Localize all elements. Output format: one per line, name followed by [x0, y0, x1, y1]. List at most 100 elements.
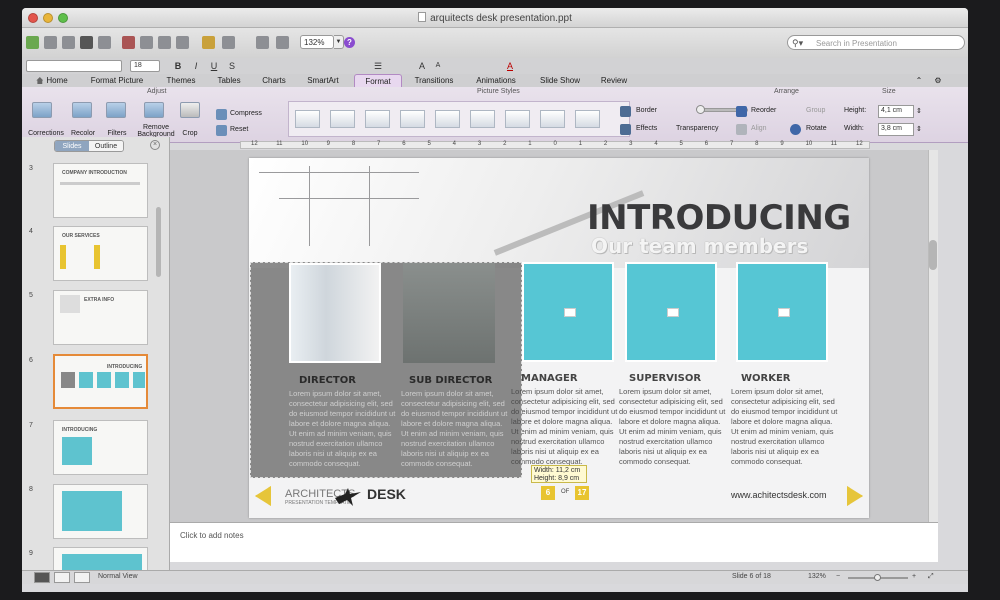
manager-description[interactable]: Lorem ipsum dolor sit amet, consectetur …: [511, 387, 621, 467]
slide-thumbnail[interactable]: INTRODUCING: [53, 420, 148, 475]
reorder-icon[interactable]: [736, 106, 747, 117]
crop-icon[interactable]: [180, 102, 200, 118]
corrections-icon[interactable]: [32, 102, 52, 118]
tab-slides[interactable]: Slides: [55, 141, 89, 151]
notes-pane[interactable]: Click to add notes: [170, 522, 938, 562]
tab-format-picture[interactable]: Format Picture: [80, 74, 154, 87]
border-button[interactable]: Border: [636, 107, 657, 114]
transparency-slider-knob[interactable]: [696, 105, 705, 114]
picture-style-3[interactable]: [365, 110, 390, 128]
compress-button[interactable]: Compress: [230, 110, 262, 117]
director-role[interactable]: DIRECTOR: [299, 375, 356, 386]
save-icon[interactable]: [80, 36, 93, 49]
slide-thumbnail[interactable]: COMPANY INTRODUCTION: [53, 163, 148, 218]
align-button[interactable]: Align: [751, 125, 767, 132]
close-icon[interactable]: ×: [150, 140, 160, 150]
italic-button[interactable]: I: [190, 60, 202, 72]
slide-thumbnail-selected[interactable]: INTRODUCING: [53, 354, 148, 409]
group-button[interactable]: Group: [806, 107, 825, 114]
tab-tables[interactable]: Tables: [208, 74, 250, 87]
manager-photo-placeholder[interactable]: [522, 262, 614, 362]
tab-format[interactable]: Format: [354, 74, 402, 87]
supervisor-role[interactable]: SUPERVISOR: [629, 373, 739, 384]
rotate-button[interactable]: Rotate: [806, 125, 827, 132]
prev-arrow-icon[interactable]: [255, 486, 271, 506]
filters-button[interactable]: Filters: [102, 130, 132, 137]
sub-director-role[interactable]: SUB DIRECTOR: [409, 375, 492, 386]
border-icon[interactable]: [620, 106, 631, 117]
insert-icon[interactable]: [256, 36, 269, 49]
font-name-field[interactable]: [26, 60, 122, 72]
search-field[interactable]: ⚲▾ Search in Presentation: [787, 35, 965, 50]
canvas-scrollbar-thumb[interactable]: [929, 240, 937, 270]
paste-icon[interactable]: [158, 36, 171, 49]
reorder-button[interactable]: Reorder: [751, 107, 776, 114]
tab-smartart[interactable]: SmartArt: [298, 74, 348, 87]
bullets-icon[interactable]: ☰: [372, 60, 384, 72]
width-stepper[interactable]: ⇕: [916, 125, 922, 133]
picture-style-9[interactable]: [575, 110, 600, 128]
slide-thumbnail[interactable]: EXTRA INFO: [53, 290, 148, 345]
manager-role[interactable]: MANAGER: [521, 373, 631, 384]
corrections-button[interactable]: Corrections: [26, 130, 66, 137]
picture-style-6[interactable]: [470, 110, 495, 128]
gear-icon[interactable]: ⚙: [928, 74, 948, 87]
height-input[interactable]: 4,1 cm: [878, 105, 914, 118]
redo-icon[interactable]: [222, 36, 235, 49]
next-arrow-icon[interactable]: [847, 486, 863, 506]
fit-window-icon[interactable]: ⤢: [928, 573, 934, 581]
effects-icon[interactable]: [620, 124, 631, 135]
tab-slide-show[interactable]: Slide Show: [530, 74, 590, 87]
supervisor-photo-placeholder[interactable]: [625, 262, 717, 362]
worker-role[interactable]: WORKER: [741, 373, 851, 384]
picture-style-2[interactable]: [330, 110, 355, 128]
remove-background-icon[interactable]: [144, 102, 164, 118]
selected-picture[interactable]: DIRECTOR Lorem ipsum dolor sit amet, con…: [250, 262, 522, 478]
collapse-ribbon-icon[interactable]: ⌃: [912, 74, 926, 87]
grow-font-button[interactable]: A: [416, 60, 428, 72]
sub-director-description[interactable]: Lorem ipsum dolor sit amet, consectetur …: [401, 389, 509, 469]
effects-button[interactable]: Effects: [636, 125, 657, 132]
filters-icon[interactable]: [106, 102, 126, 118]
worker-description[interactable]: Lorem ipsum dolor sit amet, consectetur …: [731, 387, 841, 467]
director-photo[interactable]: [289, 263, 381, 363]
height-stepper[interactable]: ⇕: [916, 107, 922, 115]
media-icon[interactable]: [276, 36, 289, 49]
recolor-button[interactable]: Recolor: [66, 130, 100, 137]
tab-charts[interactable]: Charts: [254, 74, 294, 87]
width-input[interactable]: 3,8 cm: [878, 123, 914, 136]
slide-subtitle[interactable]: Our team members: [591, 234, 808, 258]
font-size-field[interactable]: 18: [130, 60, 160, 72]
tab-review[interactable]: Review: [594, 74, 634, 87]
compress-icon[interactable]: [216, 109, 227, 120]
reset-icon[interactable]: [216, 125, 227, 136]
font-color-button[interactable]: A: [504, 60, 516, 72]
cut-icon[interactable]: [122, 36, 135, 49]
align-icon[interactable]: [736, 124, 747, 135]
undo-icon[interactable]: [202, 36, 215, 49]
open-icon[interactable]: [62, 36, 75, 49]
remove-background-button[interactable]: Remove Background: [134, 124, 178, 138]
shrink-font-button[interactable]: A: [432, 60, 444, 72]
zoom-select[interactable]: 132%: [300, 35, 334, 49]
reset-button[interactable]: Reset: [230, 126, 248, 133]
shadow-button[interactable]: S: [226, 60, 238, 72]
zoom-slider-knob[interactable]: [874, 574, 881, 581]
zoom-in-icon[interactable]: +: [912, 573, 916, 580]
notes-view-button[interactable]: [74, 572, 90, 583]
chevron-down-icon[interactable]: ▼: [334, 35, 344, 49]
recolor-icon[interactable]: [72, 102, 92, 118]
picture-style-5[interactable]: [435, 110, 460, 128]
zoom-out-icon[interactable]: −: [836, 573, 840, 580]
thumbnail-scrollbar[interactable]: [156, 207, 161, 277]
format-painter-icon[interactable]: [176, 36, 189, 49]
new-presentation-icon[interactable]: [26, 36, 39, 49]
bold-button[interactable]: B: [172, 60, 184, 72]
worker-photo-placeholder[interactable]: [736, 262, 828, 362]
slide-thumbnail[interactable]: OUR SERVICES: [53, 226, 148, 281]
notes-placeholder[interactable]: Click to add notes: [180, 531, 244, 540]
tab-transitions[interactable]: Transitions: [408, 74, 460, 87]
picture-style-7[interactable]: [505, 110, 530, 128]
slide-thumbnail[interactable]: [53, 547, 148, 571]
sub-director-photo[interactable]: [403, 263, 495, 363]
